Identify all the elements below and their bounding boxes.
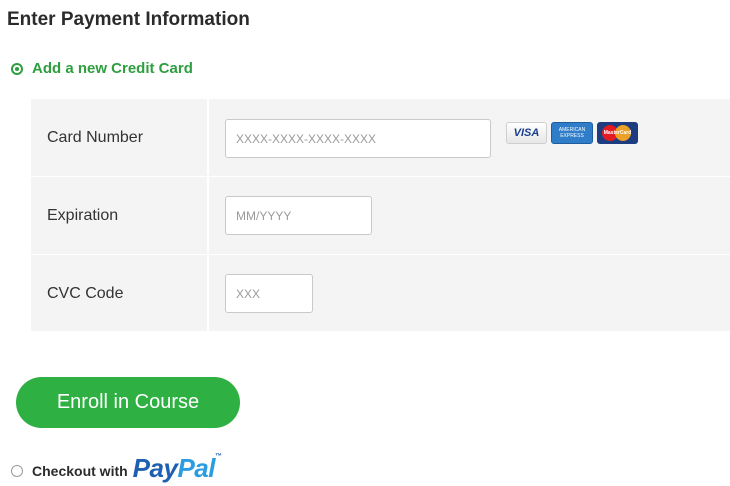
add-credit-card-option[interactable]: Add a new Credit Card xyxy=(11,60,193,77)
paypal-logo-trademark: ™ xyxy=(214,453,222,460)
visa-logo-icon: VISA xyxy=(506,122,547,144)
enroll-button-label[interactable]: Enroll in Course xyxy=(57,391,199,414)
amex-logo-line2: EXPRESS xyxy=(560,133,584,139)
cvc-input[interactable]: XXX xyxy=(225,274,313,313)
visa-logo-text: VISA xyxy=(513,127,540,139)
cvc-placeholder: XXX xyxy=(236,286,261,301)
paypal-checkout-label[interactable]: Checkout with xyxy=(32,463,128,479)
page-title: Enter Payment Information xyxy=(7,9,250,30)
add-credit-card-label[interactable]: Add a new Credit Card xyxy=(32,60,193,77)
card-number-placeholder: XXXX-XXXX-XXXX-XXXX xyxy=(236,131,377,146)
radio-unselected-icon[interactable] xyxy=(11,464,23,477)
paypal-logo-pal: Pal xyxy=(177,453,215,483)
cvc-row: CVC Code XXX xyxy=(31,254,730,331)
enroll-in-course-button[interactable]: Enroll in Course xyxy=(16,377,240,428)
mastercard-logo-icon: MasterCard xyxy=(597,122,638,144)
mastercard-logo-text: MasterCard xyxy=(603,130,632,136)
paypal-logo-icon[interactable]: PayPal™ xyxy=(133,453,222,484)
expiration-row: Expiration MM/YYYY xyxy=(31,176,730,253)
expiration-placeholder: MM/YYYY xyxy=(236,208,292,223)
cvc-label-cell: CVC Code xyxy=(31,255,209,331)
expiration-input[interactable]: MM/YYYY xyxy=(225,196,372,235)
amex-logo-icon: AMERICAN EXPRESS xyxy=(551,122,593,144)
cvc-label: CVC Code xyxy=(47,285,124,302)
card-number-label: Card Number xyxy=(47,129,144,146)
expiration-label-cell: Expiration xyxy=(31,177,209,253)
accepted-cards: VISA AMERICAN EXPRESS MasterCard xyxy=(506,122,638,144)
card-number-input[interactable]: XXXX-XXXX-XXXX-XXXX xyxy=(225,119,491,158)
credit-card-form: Card Number XXXX-XXXX-XXXX-XXXX VISA AME… xyxy=(31,99,730,331)
paypal-checkout-option[interactable]: Checkout with PayPal™ xyxy=(11,453,222,486)
paypal-logo-pay: Pay xyxy=(132,453,178,483)
card-number-row: Card Number XXXX-XXXX-XXXX-XXXX VISA AME… xyxy=(31,99,730,175)
expiration-label: Expiration xyxy=(47,207,119,224)
card-number-label-cell: Card Number xyxy=(31,99,209,175)
radio-selected-icon[interactable] xyxy=(11,62,23,75)
